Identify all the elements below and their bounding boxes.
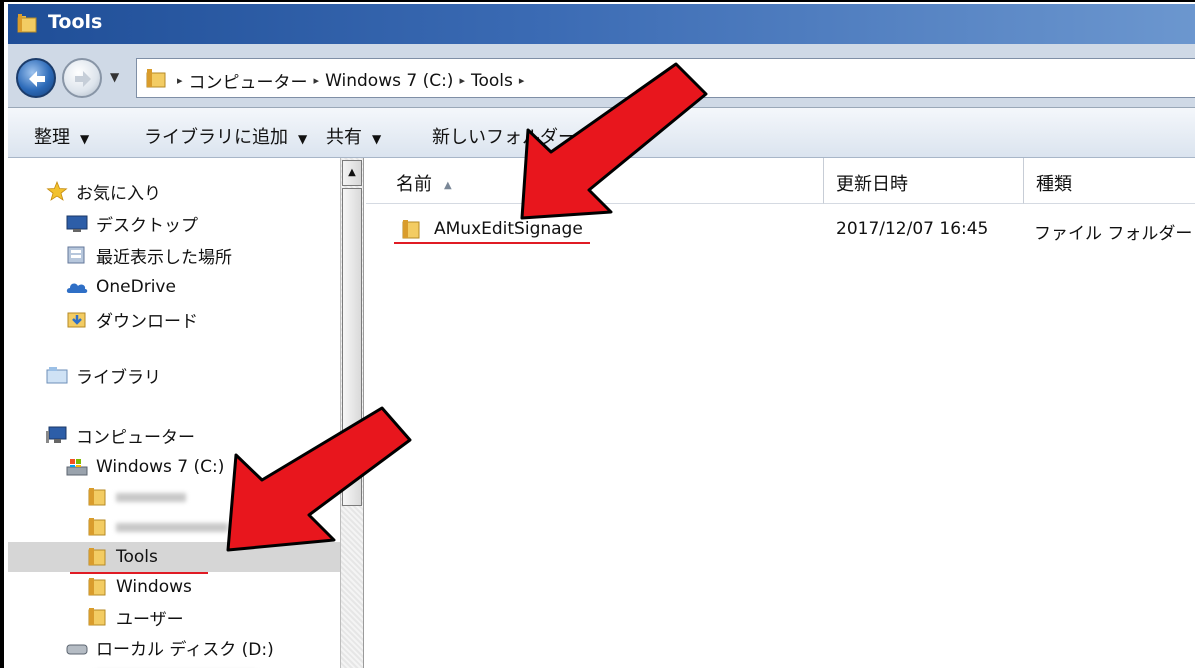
nav-recent-places[interactable]: 最近表示した場所	[66, 240, 232, 270]
address-bar: ▼ ▸ コンピューター ▸ Windows 7 (C:) ▸ Tools ▸	[8, 44, 1195, 108]
nav-windows-label: Windows	[116, 577, 192, 597]
nav-tools-label: Tools	[116, 547, 158, 567]
folder-icon	[88, 488, 106, 506]
nav-computer-label: コンピューター	[76, 427, 195, 448]
add-to-library-button[interactable]: ライブラリに追加 ▼	[144, 123, 307, 149]
navigation-pane: お気に入り デスクトップ 最近表示した場所 OneDrive ダウンロード ライ…	[8, 158, 344, 668]
nav-windows-folder[interactable]: Windows	[86, 572, 192, 602]
nav-downloads-label: ダウンロード	[96, 311, 198, 332]
blurred-folder-name	[116, 522, 228, 532]
nav-downloads[interactable]: ダウンロード	[66, 304, 198, 334]
star-icon	[46, 181, 68, 201]
computer-icon	[46, 426, 67, 443]
nav-onedrive[interactable]: OneDrive	[66, 272, 176, 302]
forward-button[interactable]	[62, 58, 102, 98]
recent-places-icon	[67, 246, 85, 264]
folder-icon	[88, 608, 106, 626]
nav-desktop[interactable]: デスクトップ	[66, 208, 198, 238]
sort-ascending-icon: ▲	[444, 179, 452, 191]
nav-users-label: ユーザー	[116, 609, 184, 630]
annotation-underline	[394, 242, 590, 244]
nav-blurred-drive[interactable]	[66, 660, 256, 668]
nav-favorites[interactable]: お気に入り	[46, 176, 161, 206]
share-button[interactable]: 共有 ▼	[326, 123, 381, 149]
nav-local-disk[interactable]: ローカル ディスク (D:)	[66, 632, 274, 662]
nav-recent-places-label: 最近表示した場所	[96, 247, 232, 268]
nav-desktop-label: デスクトップ	[96, 215, 198, 236]
blurred-folder-name	[116, 492, 186, 502]
folder-icon	[88, 518, 106, 536]
organize-button[interactable]: 整理 ▼	[34, 123, 89, 149]
breadcrumb-tools[interactable]: Tools	[471, 71, 513, 91]
column-type-label: 種類	[1036, 174, 1072, 195]
nav-libraries-label: ライブラリ	[76, 367, 161, 388]
back-button[interactable]	[16, 58, 56, 98]
cloud-icon	[66, 283, 88, 293]
breadcrumb-drive[interactable]: Windows 7 (C:)	[325, 71, 453, 91]
recent-pages-dropdown[interactable]: ▼	[110, 70, 119, 84]
scroll-up-button[interactable]: ▲	[342, 160, 362, 186]
file-type: ファイル フォルダー	[1034, 224, 1193, 244]
scroll-thumb[interactable]	[342, 188, 362, 506]
downloads-folder-icon	[67, 312, 86, 328]
command-bar: 整理 ▼ ライブラリに追加 ▼ 共有 ▼ 新しいフォルダー	[8, 108, 1195, 158]
nav-local-disk-label: ローカル ディスク (D:)	[96, 639, 274, 660]
chevron-down-icon: ▼	[80, 132, 90, 146]
nav-blurred-folder-1[interactable]	[86, 482, 186, 512]
nav-users[interactable]: ユーザー	[86, 602, 184, 632]
drive-icon	[66, 644, 88, 655]
column-header-type[interactable]: 種類	[1024, 158, 1195, 204]
explorer-window: Tools ▼ ▸ コンピューター ▸ Windows 7 (C:) ▸ Too…	[0, 0, 1195, 668]
nav-computer[interactable]: コンピューター	[46, 420, 195, 450]
nav-onedrive-label: OneDrive	[96, 277, 176, 297]
file-list: 名前 ▲ 更新日時 種類 AMuxEditSignage 2017/12/07 1…	[366, 158, 1195, 668]
column-header-modified[interactable]: 更新日時	[824, 158, 1024, 204]
share-label: 共有	[326, 127, 362, 148]
organize-label: 整理	[34, 127, 70, 148]
file-modified: 2017/12/07 16:45	[836, 219, 989, 239]
drive-icon	[66, 459, 88, 476]
nav-blurred-folder-2[interactable]	[86, 512, 228, 542]
column-name-label: 名前	[396, 174, 432, 195]
nav-libraries[interactable]: ライブラリ	[46, 360, 161, 390]
chevron-down-icon: ▼	[372, 132, 382, 146]
nav-tools[interactable]: Tools	[8, 542, 344, 572]
forward-arrow-icon	[75, 71, 91, 87]
folder-icon	[402, 220, 420, 239]
add-to-library-label: ライブラリに追加	[144, 127, 288, 148]
folder-icon	[17, 14, 37, 33]
breadcrumb: ▸ コンピューター ▸ Windows 7 (C:) ▸ Tools ▸	[177, 68, 525, 94]
folder-icon	[88, 548, 106, 566]
breadcrumb-separator[interactable]: ▸	[459, 74, 465, 87]
column-header-name[interactable]: 名前 ▲	[366, 158, 824, 204]
window-title: Tools	[48, 11, 103, 33]
column-modified-label: 更新日時	[836, 174, 908, 195]
breadcrumb-separator[interactable]: ▸	[314, 74, 320, 87]
breadcrumb-computer[interactable]: コンピューター	[189, 68, 308, 93]
file-name: AMuxEditSignage	[434, 219, 583, 239]
folder-icon	[88, 578, 106, 596]
folder-icon	[146, 69, 166, 88]
desktop-icon	[66, 215, 88, 232]
nav-windows7-label: Windows 7 (C:)	[96, 457, 225, 477]
new-folder-button[interactable]: 新しいフォルダー	[432, 123, 576, 149]
title-bar: Tools	[8, 4, 1195, 44]
nav-windows7-drive[interactable]: Windows 7 (C:)	[66, 452, 224, 482]
nav-scrollbar[interactable]: ▲	[340, 158, 364, 668]
nav-favorites-label: お気に入り	[76, 183, 161, 204]
back-arrow-icon	[29, 71, 45, 87]
chevron-down-icon: ▼	[298, 132, 308, 146]
breadcrumb-separator[interactable]: ▸	[177, 74, 183, 87]
breadcrumb-separator[interactable]: ▸	[519, 74, 525, 87]
address-field[interactable]: ▸ コンピューター ▸ Windows 7 (C:) ▸ Tools ▸	[136, 58, 1195, 98]
new-folder-label: 新しいフォルダー	[432, 127, 576, 148]
library-icon	[46, 367, 68, 384]
